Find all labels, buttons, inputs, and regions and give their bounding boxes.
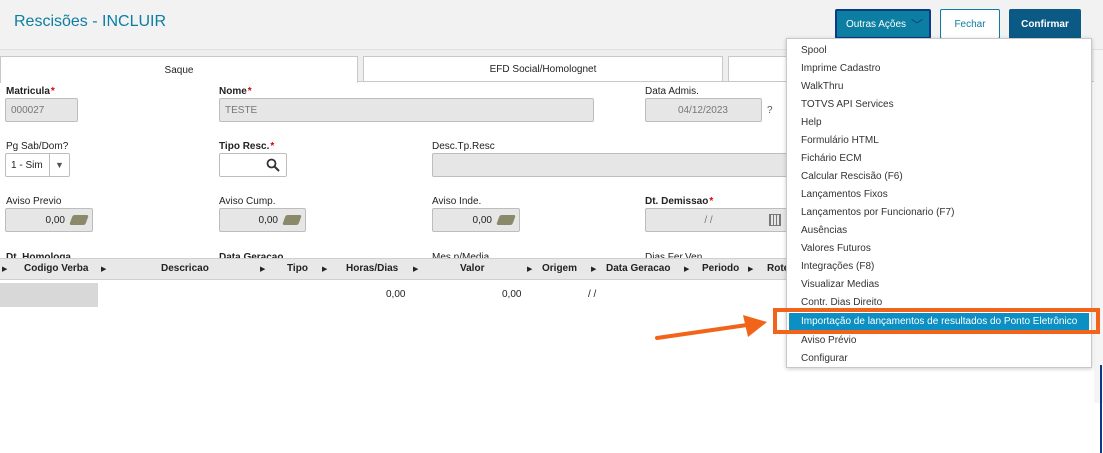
sort-icon[interactable]: ▶ — [101, 265, 106, 273]
data-admis-label: Data Admis. — [645, 86, 699, 97]
data-admis-field[interactable]: 04/12/2023 — [645, 98, 762, 122]
menu-item-totvs-api[interactable]: TOTVS API Services — [801, 99, 894, 110]
sort-icon[interactable]: ▶ — [748, 265, 753, 273]
aviso-inde-field[interactable]: 0,00 — [432, 208, 520, 232]
calendar-icon[interactable] — [769, 214, 781, 226]
aviso-inde-label: Aviso Inde. — [432, 196, 482, 207]
desc-tp-resc-label: Desc.Tp.Resc — [432, 141, 495, 152]
sort-icon[interactable]: ▶ — [591, 265, 596, 273]
search-icon[interactable] — [266, 158, 280, 172]
tab-partial[interactable] — [728, 56, 788, 82]
aviso-cump-field[interactable]: 0,00 — [219, 208, 306, 232]
cell-valor[interactable]: 0,00 — [502, 289, 521, 300]
dt-demissao-label: Dt. Demissao* — [645, 196, 714, 207]
menu-item-walkthru[interactable]: WalkThru — [801, 81, 843, 92]
col-data-geracao[interactable]: Data Geracao — [606, 263, 670, 274]
menu-item-ausencias[interactable]: Ausências — [801, 225, 847, 236]
menu-item-formulario-html[interactable]: Formulário HTML — [801, 135, 879, 146]
nome-field[interactable]: TESTE — [219, 98, 594, 122]
sort-icon[interactable]: ▶ — [413, 265, 418, 273]
tab-saque[interactable]: Saque — [0, 56, 358, 83]
menu-item-fichario-ecm[interactable]: Fichário ECM — [801, 153, 862, 164]
nome-label: Nome* — [219, 86, 252, 97]
sort-icon[interactable]: ▶ — [684, 265, 689, 273]
chevron-down-icon: ▼ — [49, 154, 69, 176]
cell-horas[interactable]: 0,00 — [386, 289, 405, 300]
menu-item-help[interactable]: Help — [801, 117, 822, 128]
menu-item-contr-dias-direito[interactable]: Contr. Dias Direito — [801, 297, 882, 308]
menu-item-integracoes[interactable]: Integrações (F8) — [801, 261, 874, 272]
matricula-label: Matricula* — [6, 86, 55, 97]
money-icon — [496, 215, 516, 225]
aviso-previo-label: Aviso Previo — [6, 196, 62, 207]
tab-efd-social[interactable]: EFD Social/Homolognet — [363, 56, 723, 82]
scrollbar[interactable] — [1094, 50, 1103, 453]
page-title: Rescisões - INCLUIR — [14, 13, 167, 30]
aviso-previo-value: 0,00 — [45, 214, 65, 226]
highlight-box — [773, 308, 1100, 334]
confirmar-button[interactable]: Confirmar — [1009, 9, 1081, 39]
aviso-previo-field[interactable]: 0,00 — [5, 208, 93, 232]
aviso-cump-value: 0,00 — [258, 214, 278, 226]
aviso-inde-value: 0,00 — [472, 214, 492, 226]
tipo-resc-field[interactable] — [219, 153, 287, 177]
sort-icon[interactable]: ▶ — [260, 265, 265, 273]
col-tipo[interactable]: Tipo — [287, 263, 308, 274]
money-icon — [69, 215, 89, 225]
tipo-resc-label: Tipo Resc.* — [219, 141, 275, 152]
col-periodo[interactable]: Periodo — [702, 263, 739, 274]
menu-item-imprime-cadastro[interactable]: Imprime Cadastro — [801, 63, 880, 74]
help-icon[interactable]: ? — [767, 105, 773, 116]
data-admis-value: 04/12/2023 — [677, 104, 728, 116]
menu-item-calcular-rescisao[interactable]: Calcular Rescisão (F6) — [801, 171, 903, 182]
cell-data-geracao[interactable]: / / — [588, 289, 596, 300]
matricula-field[interactable]: 000027 — [5, 98, 78, 122]
aviso-cump-label: Aviso Cump. — [219, 196, 276, 207]
outras-acoes-button[interactable]: Outras Ações ﹀ — [835, 9, 931, 39]
table-row-selector[interactable] — [0, 283, 98, 307]
sort-icon[interactable]: ▶ — [527, 265, 532, 273]
menu-item-configurar[interactable]: Configurar — [801, 353, 848, 364]
sort-icon[interactable]: ▶ — [322, 265, 327, 273]
money-icon — [282, 215, 302, 225]
menu-item-lancamentos-fixos[interactable]: Lançamentos Fixos — [801, 189, 888, 200]
fechar-button[interactable]: Fechar — [940, 9, 1000, 39]
col-horas-dias[interactable]: Horas/Dias — [346, 263, 398, 274]
scrollbar-thumb[interactable] — [1100, 365, 1102, 453]
dt-demissao-value: / / — [704, 214, 713, 226]
pg-sab-dom-value: 1 - Sim — [11, 159, 43, 171]
desc-tp-resc-field[interactable] — [432, 153, 788, 177]
col-valor[interactable]: Valor — [460, 263, 484, 274]
sort-icon[interactable]: ▶ — [2, 265, 7, 273]
menu-item-valores-futuros[interactable]: Valores Futuros — [801, 243, 871, 254]
col-origem[interactable]: Origem — [542, 263, 577, 274]
pg-sab-dom-label: Pg Sab/Dom? — [6, 141, 69, 152]
arrow-icon — [655, 315, 767, 340]
pg-sab-dom-select[interactable]: 1 - Sim ▼ — [5, 153, 70, 177]
outras-acoes-label: Outras Ações — [846, 18, 907, 30]
menu-item-aviso-previo[interactable]: Aviso Prévio — [801, 335, 856, 346]
menu-item-lancamentos-funcionario[interactable]: Lançamentos por Funcionario (F7) — [801, 207, 954, 218]
dt-demissao-field[interactable]: / / — [645, 208, 787, 232]
menu-item-visualizar-medias[interactable]: Visualizar Medias — [801, 279, 879, 290]
col-descricao[interactable]: Descricao — [161, 263, 209, 274]
col-codigo-verba[interactable]: Codigo Verba — [24, 263, 88, 274]
menu-item-spool[interactable]: Spool — [801, 45, 827, 56]
chevron-down-icon: ﹀ — [910, 18, 923, 32]
